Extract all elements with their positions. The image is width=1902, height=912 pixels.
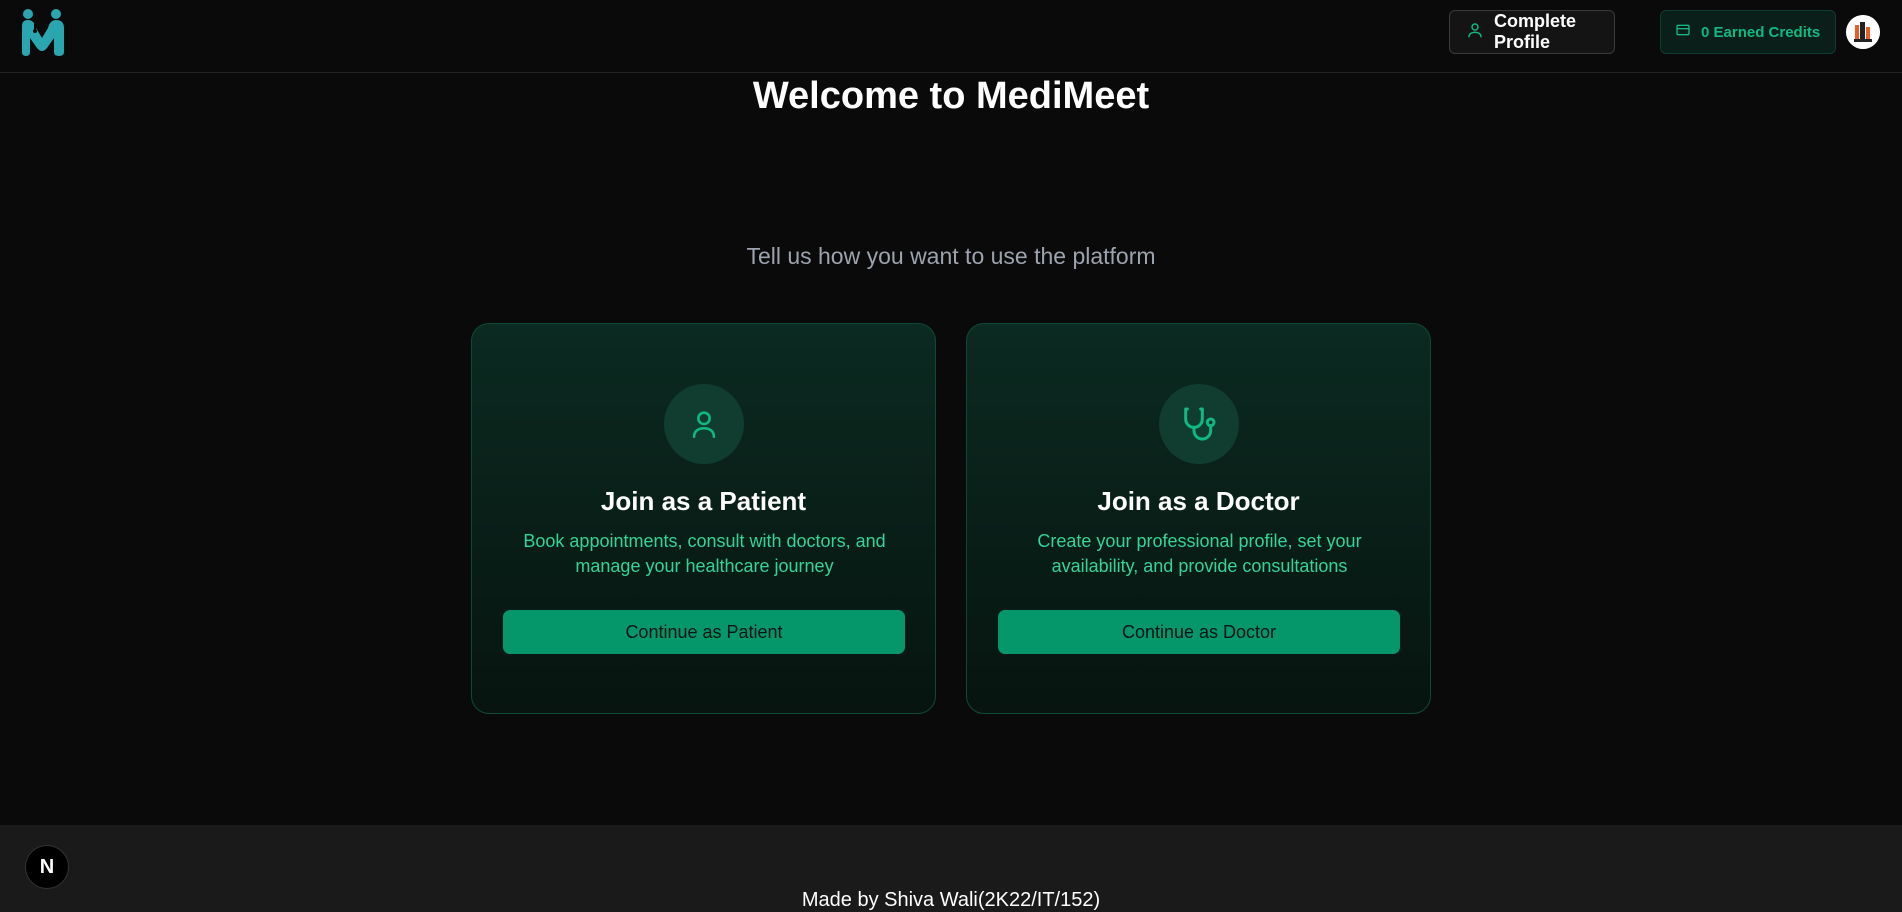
medimeet-logo-icon[interactable]: [20, 8, 68, 58]
page-subtitle: Tell us how you want to use the platform: [746, 243, 1156, 269]
header: Complete Profile 0 Earned Credits: [0, 0, 1902, 73]
complete-profile-button[interactable]: Complete Profile: [1449, 10, 1615, 54]
footer: Made by Shiva Wali(2K22/IT/152): [0, 825, 1902, 912]
doctor-role-card[interactable]: Join as a Doctor Create your professiona…: [966, 323, 1431, 714]
continue-as-doctor-button[interactable]: Continue as Doctor: [998, 610, 1400, 654]
stethoscope-icon: [1159, 384, 1239, 464]
page: Complete Profile 0 Earned Credits Welcom…: [0, 0, 1902, 912]
earned-credits-label: 0 Earned Credits: [1701, 23, 1821, 41]
user-icon: [1466, 21, 1484, 44]
doctor-card-title: Join as a Doctor: [1097, 486, 1300, 516]
patient-card-title: Join as a Patient: [600, 486, 807, 516]
footer-credit-text: Made by Shiva Wali(2K22/IT/152): [801, 889, 1101, 911]
user-icon: [664, 384, 744, 464]
patient-role-card[interactable]: Join as a Patient Book appointments, con…: [471, 323, 936, 714]
earned-credits-button[interactable]: 0 Earned Credits: [1660, 10, 1836, 54]
continue-as-patient-button[interactable]: Continue as Patient: [503, 610, 905, 654]
doctor-card-description: Create your professional profile, set yo…: [1037, 531, 1362, 576]
patient-card-description: Book appointments, consult with doctors,…: [523, 531, 886, 576]
nextjs-badge-icon[interactable]: N: [25, 845, 69, 889]
page-title: Welcome to MediMeet: [752, 75, 1150, 117]
credit-card-icon: [1675, 22, 1691, 42]
user-avatar[interactable]: [1846, 15, 1880, 49]
complete-profile-label: Complete Profile: [1494, 11, 1577, 52]
